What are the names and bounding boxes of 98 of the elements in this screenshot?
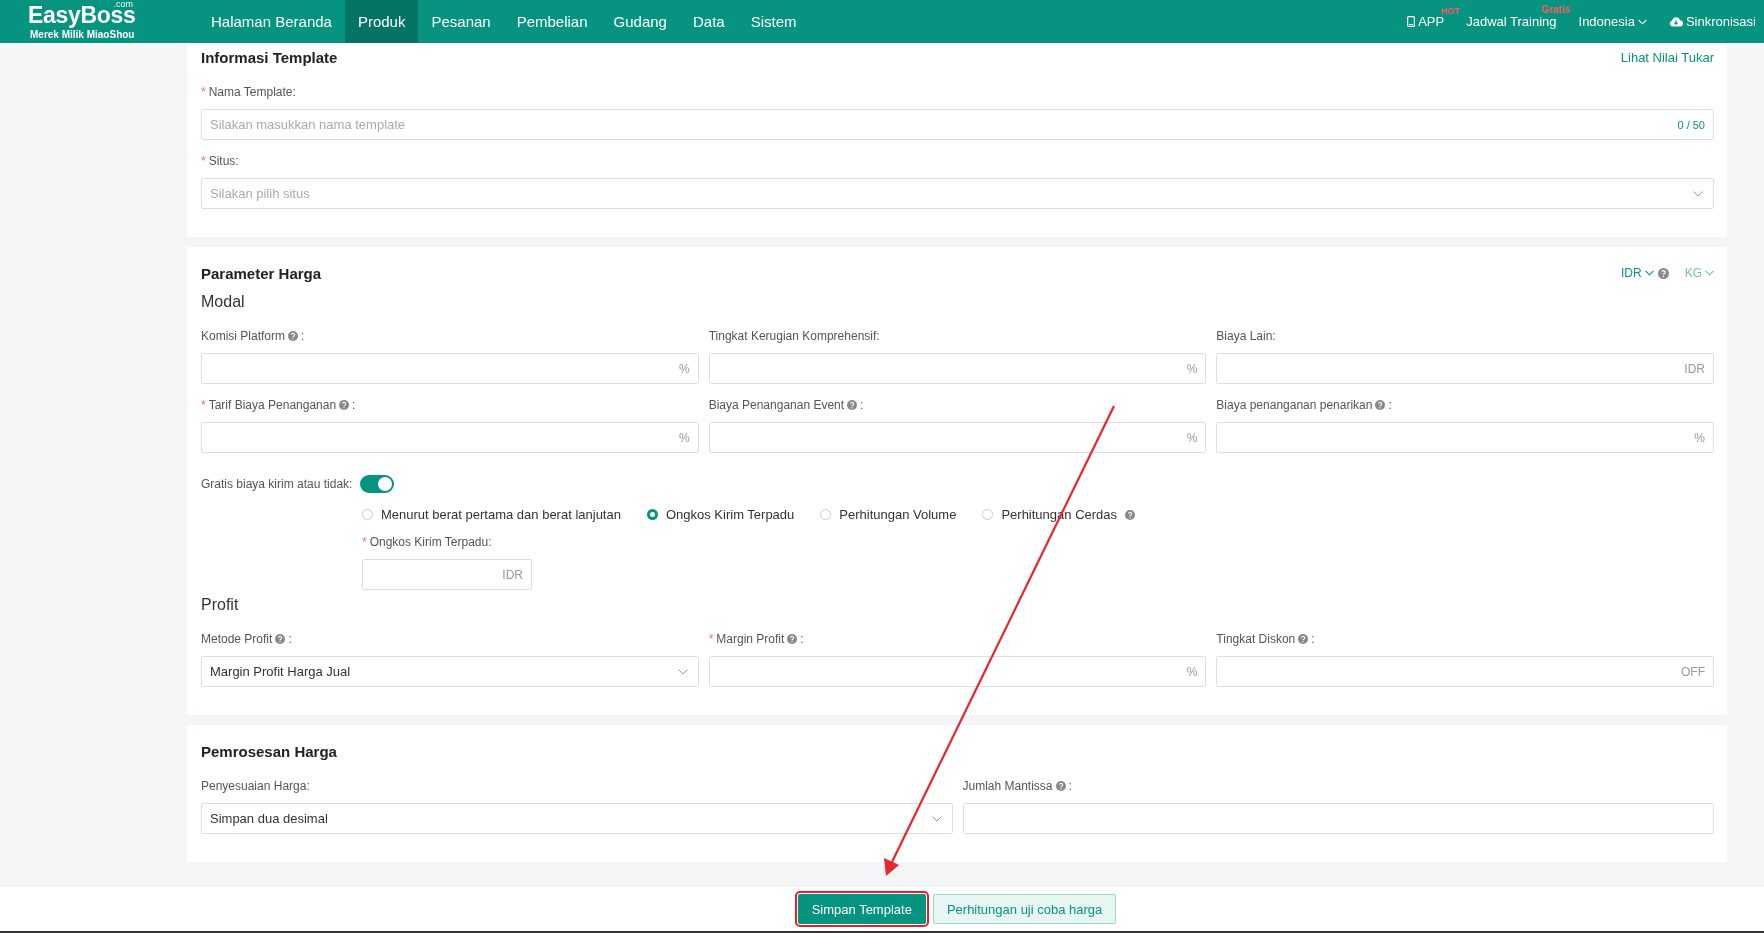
- chevron-down-icon: [1693, 190, 1703, 197]
- input-field[interactable]: [1216, 422, 1714, 453]
- toggle-switch[interactable]: [360, 475, 395, 493]
- select-field[interactable]: Simpan dua desimal: [201, 803, 953, 834]
- help-icon[interactable]: [1125, 509, 1136, 520]
- section-title: Pemrosesan Harga: [201, 742, 337, 760]
- unit-suffix: %: [1186, 430, 1198, 445]
- field-label: Margin Profit: [716, 632, 785, 646]
- field-label: Gratis biaya kirim atau tidak:: [201, 477, 353, 491]
- chevron-down-icon: [1644, 270, 1654, 276]
- field-label: Situs:: [208, 154, 239, 168]
- field-label: Biaya Penanganan Event: [708, 398, 845, 412]
- subsection-title: Profit: [201, 596, 240, 614]
- radio-label[interactable]: Ongkos Kirim Terpadu: [665, 507, 795, 522]
- help-icon[interactable]: [1055, 781, 1066, 791]
- field-label: Komisi Platform: [201, 329, 286, 343]
- unit-suffix: %: [1186, 361, 1198, 376]
- input-field[interactable]: [1216, 353, 1714, 384]
- field-label: Ongkos Kirim Terpadu:: [369, 535, 492, 549]
- label-colon: :: [800, 632, 804, 646]
- nav-tab[interactable]: Halaman Beranda: [198, 0, 345, 43]
- input-field[interactable]: [362, 559, 532, 590]
- help-icon[interactable]: [1657, 267, 1669, 279]
- nav-tab[interactable]: Gudang: [600, 0, 680, 43]
- help-icon[interactable]: [1375, 400, 1386, 410]
- radio-label[interactable]: Menurut berat pertama dan berat lanjutan: [381, 507, 621, 522]
- exchange-rate-link[interactable]: Lihat Nilai Tukar: [1620, 49, 1714, 65]
- header-link[interactable]: APP: [1418, 14, 1445, 29]
- brand-logo[interactable]: EasyBoss .com Merek Milik MiaoShou: [0, 0, 198, 43]
- help-icon[interactable]: [275, 634, 286, 644]
- field-label: Tarif Biaya Penanganan: [208, 398, 337, 412]
- nav-tab[interactable]: Sistem: [737, 0, 810, 43]
- help-icon[interactable]: [787, 634, 798, 644]
- radio-button[interactable]: [646, 509, 658, 520]
- field-label: Metode Profit: [201, 632, 273, 646]
- label-colon: :: [1388, 398, 1392, 412]
- footer-button[interactable]: Perhitungan uji coba harga: [932, 894, 1117, 924]
- required-mark: *: [201, 85, 206, 99]
- field-label: Biaya Lain:: [1216, 329, 1276, 343]
- superscript-label: Gratis: [1541, 4, 1571, 15]
- label-colon: :: [1068, 779, 1072, 793]
- footer-button[interactable]: Simpan Template: [797, 894, 926, 924]
- label-colon: :: [288, 632, 292, 646]
- required-mark: *: [201, 398, 206, 412]
- header-link[interactable]: Sinkronisasi: [1685, 14, 1756, 29]
- required-mark: *: [708, 632, 714, 646]
- nav-tab[interactable]: Pembelian: [503, 0, 601, 43]
- input-field[interactable]: [1216, 656, 1714, 687]
- subsection-title: Modal: [201, 293, 246, 311]
- help-icon[interactable]: [847, 400, 858, 410]
- unit-suffix: OFF: [1681, 664, 1705, 679]
- field-label: Tingkat Diskon: [1216, 632, 1296, 646]
- input-field[interactable]: [708, 353, 1207, 384]
- label-colon: :: [352, 398, 356, 412]
- superscript-label: HOT: [1441, 6, 1461, 16]
- unit-suffix: %: [679, 361, 690, 376]
- input-field[interactable]: [708, 422, 1207, 453]
- help-icon[interactable]: [339, 400, 350, 410]
- required-mark: *: [362, 535, 367, 549]
- unit-suffix: IDR: [1684, 361, 1705, 376]
- phone-icon: [1407, 16, 1416, 27]
- cloud-download-icon: [1668, 16, 1683, 27]
- chevron-down-icon: [677, 668, 688, 675]
- label-colon: :: [860, 398, 864, 412]
- currency-dropdown[interactable]: IDR: [1621, 266, 1654, 280]
- section-title: Informasi Template: [201, 48, 338, 66]
- header-link[interactable]: Indonesia: [1578, 14, 1635, 29]
- label-colon: :: [1311, 632, 1315, 646]
- input-field[interactable]: [962, 803, 1714, 834]
- select-field[interactable]: Silakan pilih situs: [201, 178, 1714, 209]
- unit-suffix: IDR: [502, 567, 523, 582]
- help-icon[interactable]: [1298, 634, 1309, 644]
- input-field[interactable]: [708, 656, 1207, 687]
- header-link[interactable]: Jadwal Training: [1466, 14, 1557, 29]
- nav-tab[interactable]: Data: [679, 0, 738, 43]
- input-field[interactable]: [201, 422, 699, 453]
- select-field[interactable]: Margin Profit Harga Jual: [201, 656, 699, 687]
- radio-label[interactable]: Perhitungan Volume: [839, 507, 957, 522]
- field-label: Nama Template:: [208, 85, 296, 99]
- label-colon: :: [301, 329, 305, 343]
- nav-tab[interactable]: Pesanan: [418, 0, 504, 43]
- unit-suffix: %: [679, 430, 690, 445]
- character-counter: 0 / 50: [1677, 118, 1705, 131]
- help-icon[interactable]: [288, 331, 299, 341]
- field-label: Penyesuaian Harga:: [201, 779, 310, 793]
- required-mark: *: [201, 154, 206, 168]
- input-field[interactable]: [201, 353, 699, 384]
- unit-suffix: %: [1186, 664, 1198, 679]
- chevron-down-icon: [1705, 270, 1714, 276]
- field-label: Biaya penanganan penarikan: [1216, 398, 1373, 412]
- nav-tab[interactable]: Produk: [344, 0, 419, 43]
- field-label: Jumlah Mantissa: [962, 779, 1053, 793]
- field-label: Tingkat Kerugian Komprehensif:: [708, 329, 880, 343]
- weight-unit-dropdown[interactable]: KG: [1684, 266, 1714, 280]
- chevron-down-icon: [931, 815, 942, 822]
- unit-suffix: %: [1694, 430, 1705, 445]
- section-title: Parameter Harga: [201, 264, 322, 282]
- chevron-down-icon: [1637, 18, 1647, 25]
